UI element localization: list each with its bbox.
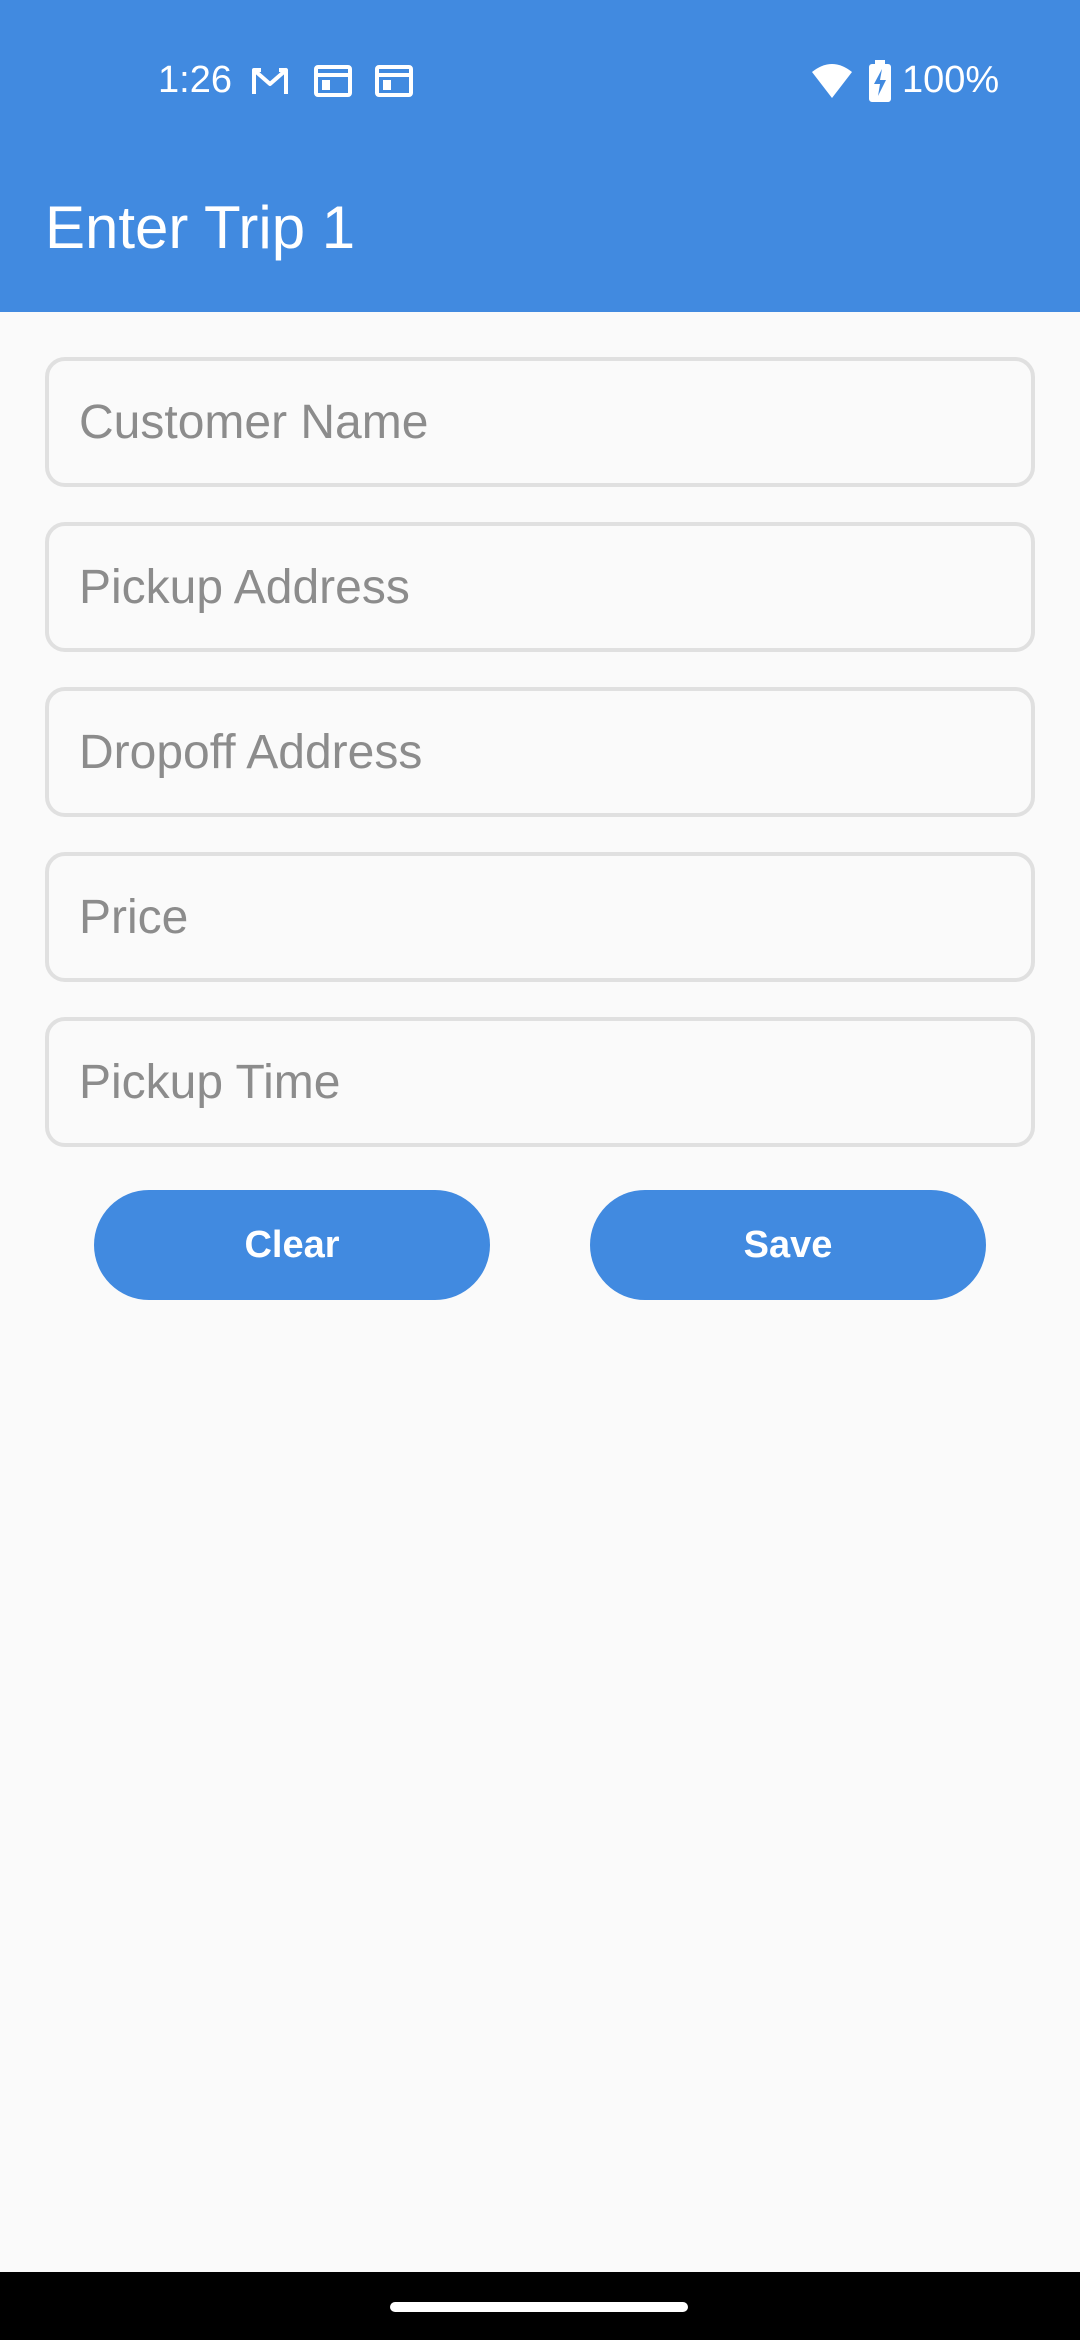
pickup-time-input[interactable]	[45, 1017, 1035, 1147]
battery-charging-icon	[869, 60, 891, 102]
pickup-address-input[interactable]	[45, 522, 1035, 652]
navigation-bar	[0, 2272, 1080, 2340]
status-bar: 1:26 100%	[0, 0, 1080, 165]
app-bar: 1:26 100% Enter Trip 1	[0, 0, 1080, 312]
trip-entry-screen: 1:26 100% Enter Trip 1 Customer Name Pic…	[0, 0, 1080, 2340]
battery-percentage: 100%	[902, 59, 1000, 101]
dropoff-address-input[interactable]	[45, 687, 1035, 817]
customer-name-input[interactable]	[45, 357, 1035, 487]
calendar-icon	[314, 65, 352, 97]
price-input[interactable]	[45, 852, 1035, 982]
clear-button[interactable]: Clear	[94, 1190, 490, 1300]
wifi-icon	[812, 64, 852, 98]
calendar-icon	[375, 65, 413, 97]
status-time: 1:26	[158, 59, 232, 101]
gmail-icon	[252, 68, 288, 94]
page-title: Enter Trip 1	[45, 194, 356, 261]
save-button[interactable]: Save	[590, 1190, 986, 1300]
home-gesture-handle[interactable]	[390, 2302, 688, 2312]
